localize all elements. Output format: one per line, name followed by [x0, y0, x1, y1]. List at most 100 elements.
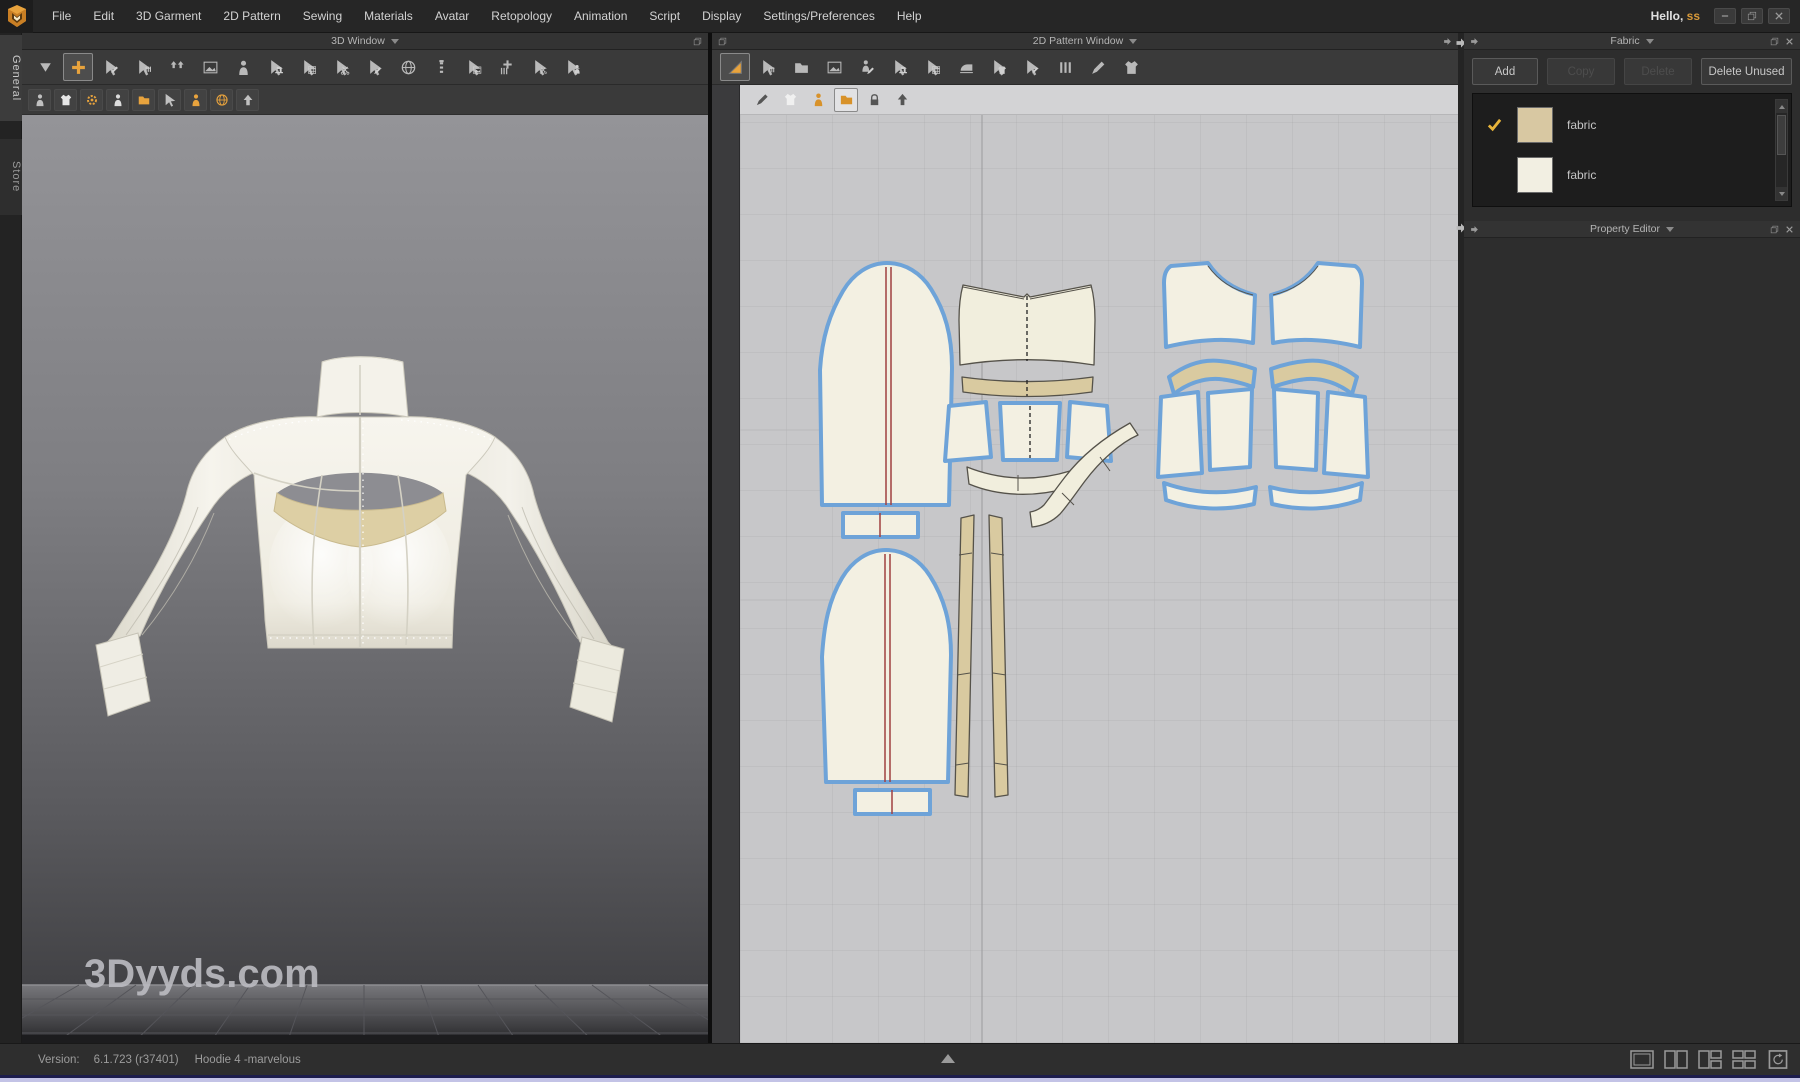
- fabric-panel-titlebar[interactable]: Fabric: [1464, 33, 1800, 50]
- show-garment-2d-tool[interactable]: [1116, 53, 1146, 81]
- scroll-down-button[interactable]: [1776, 187, 1787, 200]
- 2d-right-splitter[interactable]: [1458, 33, 1464, 1043]
- menu-3d-garment[interactable]: 3D Garment: [125, 0, 212, 32]
- trace-tool[interactable]: [819, 53, 849, 81]
- undock-icon[interactable]: [718, 37, 727, 46]
- scissors-tool[interactable]: [327, 53, 357, 81]
- pattern-piece-waistband[interactable]: [962, 377, 1093, 397]
- menu-settings-preferences[interactable]: Settings/Preferences: [752, 0, 885, 32]
- chevron-down-icon[interactable]: [1646, 39, 1654, 44]
- transform-pattern-tool[interactable]: [720, 53, 750, 81]
- show-garment-toggle[interactable]: [54, 89, 77, 111]
- pattern-piece-front-right-top[interactable]: [1271, 263, 1362, 347]
- menu-display[interactable]: Display: [691, 0, 752, 32]
- layout-single-button[interactable]: [1630, 1050, 1654, 1069]
- dock-arrow-icon[interactable]: [1470, 37, 1479, 46]
- edit-sewing-tool[interactable]: [885, 53, 915, 81]
- zipper-tool[interactable]: [426, 53, 456, 81]
- menu-edit[interactable]: Edit: [82, 0, 125, 32]
- raise-pattern-toggle[interactable]: [890, 88, 914, 112]
- internal-line-tool[interactable]: [1083, 53, 1113, 81]
- menu-animation[interactable]: Animation: [563, 0, 638, 32]
- raise-garment-toggle[interactable]: [236, 89, 259, 111]
- reset-arrangement-tool[interactable]: [195, 53, 225, 81]
- layout-reset-button[interactable]: [1766, 1050, 1790, 1069]
- pin-tool[interactable]: [129, 53, 159, 81]
- show-globe-toggle[interactable]: [210, 89, 233, 111]
- menu-sewing[interactable]: Sewing: [292, 0, 353, 32]
- menu-script[interactable]: Script: [638, 0, 691, 32]
- 2d-window-titlebar[interactable]: 2D Pattern Window: [712, 33, 1458, 50]
- pattern-piece-panel-left[interactable]: [945, 402, 991, 461]
- chevron-down-icon[interactable]: [1666, 227, 1674, 232]
- collapse-right-icon[interactable]: [1443, 37, 1452, 46]
- menu-materials[interactable]: Materials: [353, 0, 424, 32]
- chevron-down-icon[interactable]: [1129, 39, 1137, 44]
- needle-toggle[interactable]: [750, 88, 774, 112]
- scroll-up-button[interactable]: [1776, 100, 1787, 113]
- close-icon[interactable]: [1785, 37, 1794, 46]
- pattern-piece-cuff-1[interactable]: [843, 513, 918, 537]
- undock-icon[interactable]: [1770, 225, 1779, 234]
- layout-two-pane-button[interactable]: [1664, 1050, 1688, 1069]
- edit-pattern-tool[interactable]: [753, 53, 783, 81]
- pattern-piece-sleeve-lower[interactable]: [822, 550, 951, 782]
- layout-four-pane-button[interactable]: [1732, 1050, 1756, 1069]
- fabric-list-item[interactable]: fabric: [1473, 150, 1791, 200]
- button-tool[interactable]: [393, 53, 423, 81]
- show-head-toggle[interactable]: [184, 89, 207, 111]
- undock-icon[interactable]: [1770, 37, 1779, 46]
- 3d-viewport[interactable]: 3Dyyds.com: [22, 115, 708, 1043]
- select-move-tool[interactable]: [63, 53, 93, 81]
- show-pointer-toggle[interactable]: [158, 89, 181, 111]
- expand-timeline-button[interactable]: [941, 1054, 955, 1063]
- pattern-piece-strip-left[interactable]: [955, 515, 974, 797]
- tab-store[interactable]: Store: [0, 139, 22, 215]
- pattern-piece-cuff-2[interactable]: [855, 790, 930, 814]
- lock-pattern-toggle[interactable]: [862, 88, 886, 112]
- layout-three-pane-button[interactable]: [1698, 1050, 1722, 1069]
- close-icon[interactable]: [1785, 225, 1794, 234]
- pattern-piece-sleeve-upper[interactable]: [820, 263, 952, 505]
- pin-spread-tool[interactable]: [492, 53, 522, 81]
- mesh-grid-tool[interactable]: [294, 53, 324, 81]
- pattern-piece-lower-panel-2[interactable]: [1208, 389, 1252, 470]
- menu-retopology[interactable]: Retopology: [480, 0, 563, 32]
- avatar-silhouette-toggle[interactable]: [806, 88, 830, 112]
- fabric-swatch[interactable]: [1517, 107, 1553, 143]
- edit-texture-tool[interactable]: [852, 53, 882, 81]
- restore-button[interactable]: [1741, 8, 1763, 24]
- show-figure-toggle[interactable]: [106, 89, 129, 111]
- show-fabric-toggle[interactable]: [132, 89, 155, 111]
- stitch-tool[interactable]: [360, 53, 390, 81]
- menu-help[interactable]: Help: [886, 0, 933, 32]
- app-logo[interactable]: [0, 0, 33, 33]
- walk-avatar-tool[interactable]: [558, 53, 588, 81]
- grid-tool-2d[interactable]: [918, 53, 948, 81]
- property-editor-titlebar[interactable]: Property Editor: [1464, 221, 1800, 238]
- fabric-scrollbar[interactable]: [1775, 99, 1788, 201]
- sewing-edit-tool[interactable]: [1017, 53, 1047, 81]
- pattern-copy-tool[interactable]: [786, 53, 816, 81]
- steam-iron-tool[interactable]: [951, 53, 981, 81]
- username[interactable]: ss: [1687, 9, 1700, 23]
- menu-2d-pattern[interactable]: 2D Pattern: [212, 0, 291, 32]
- pattern-piece-bottom-arc-right[interactable]: [1270, 483, 1362, 509]
- pattern-piece-panel-center[interactable]: [1000, 403, 1060, 460]
- fabric-swatch[interactable]: [1517, 157, 1553, 193]
- fabric-list-item[interactable]: fabric: [1473, 100, 1791, 150]
- avatar-display-tool[interactable]: [228, 53, 258, 81]
- chevron-down-icon[interactable]: [391, 39, 399, 44]
- pattern-piece-front-left-top[interactable]: [1164, 263, 1255, 347]
- sewing-tool[interactable]: [261, 53, 291, 81]
- menu-avatar[interactable]: Avatar: [424, 0, 480, 32]
- pattern-piece-bottom-arc-left[interactable]: [1164, 483, 1256, 509]
- add-fabric-button[interactable]: Add: [1472, 58, 1538, 85]
- 2d-canvas[interactable]: .pb { fill:#f3f0e2; stroke:#6ea3d8; stro…: [740, 85, 1458, 1043]
- select-mesh-tool[interactable]: [96, 53, 126, 81]
- undock-icon[interactable]: [693, 37, 702, 46]
- sewing-curve-tool[interactable]: [525, 53, 555, 81]
- show-avatar-toggle[interactable]: [28, 89, 51, 111]
- pleats-tool[interactable]: [1050, 53, 1080, 81]
- close-button[interactable]: [1768, 8, 1790, 24]
